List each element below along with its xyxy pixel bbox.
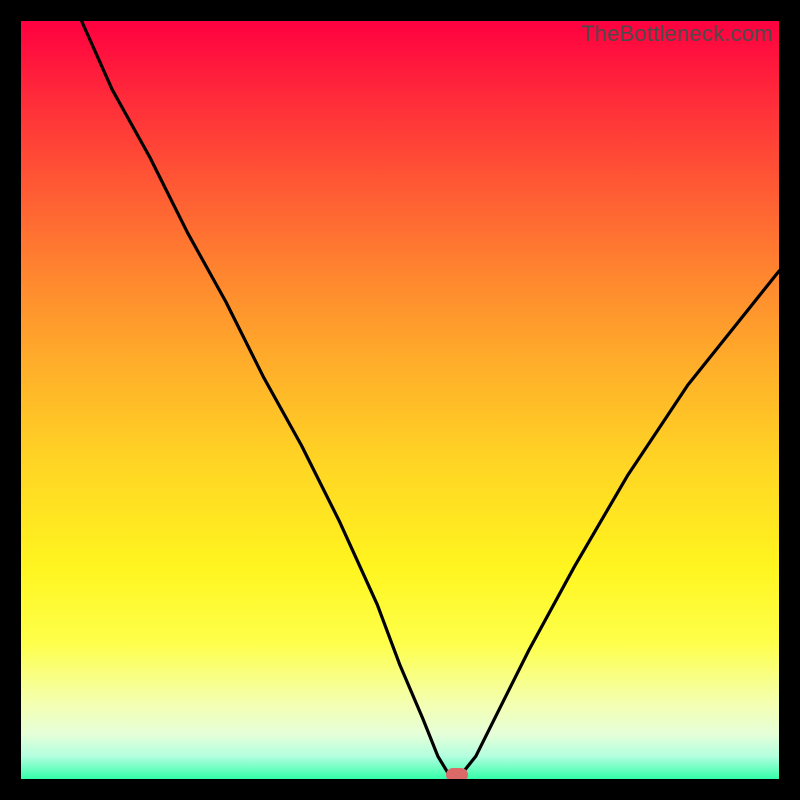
optimal-point-marker	[446, 768, 468, 779]
watermark-text: TheBottleneck.com	[581, 21, 773, 47]
bottleneck-curve	[21, 21, 779, 779]
chart-stage: TheBottleneck.com	[0, 0, 800, 800]
plot-area: TheBottleneck.com	[21, 21, 779, 779]
